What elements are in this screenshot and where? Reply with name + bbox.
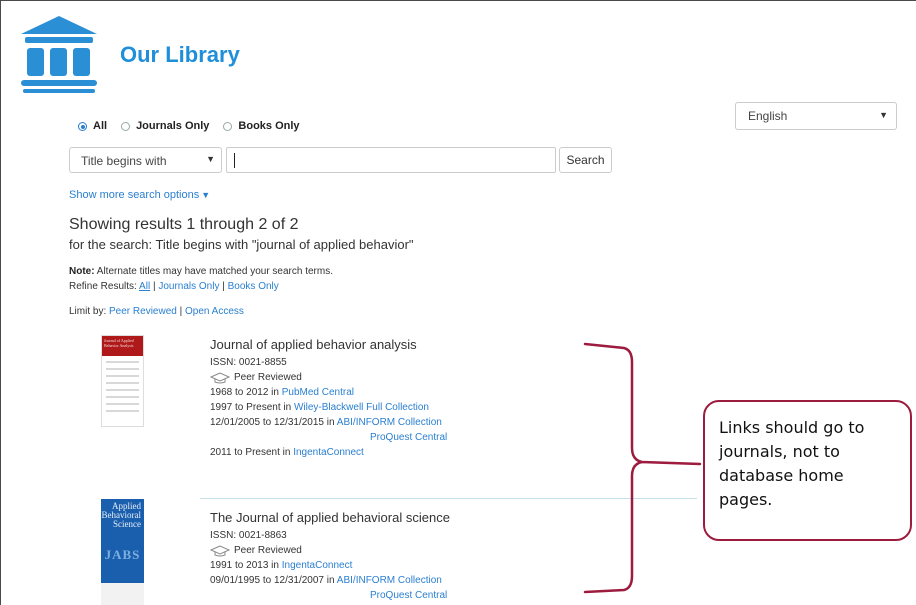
search-scope-radios: All Journals Only Books Only — [78, 120, 314, 132]
cover-title: Applied Behavioral Science — [101, 501, 142, 529]
language-select-value: English — [748, 109, 788, 123]
database-link[interactable]: ProQuest Central — [370, 590, 447, 601]
peer-reviewed-label: Peer Reviewed — [234, 372, 302, 383]
radio-all[interactable]: All — [78, 120, 107, 132]
peer-reviewed-badge: Peer Reviewed — [210, 370, 447, 385]
peer-reviewed-badge: Peer Reviewed — [210, 543, 450, 558]
results-query-text: for the search: Title begins with "journ… — [69, 237, 414, 252]
note-text: Note: Alternate titles may have matched … — [69, 266, 333, 277]
coverage-row: 2011 to Present in IngentaConnect — [210, 445, 447, 460]
limit-peer-reviewed-link[interactable]: Peer Reviewed — [109, 306, 177, 317]
more-search-options-link[interactable]: Show more search options ▼ — [69, 189, 210, 201]
cover-abbrev: JABS — [104, 547, 141, 562]
database-link[interactable]: ProQuest Central — [370, 432, 447, 443]
limit-open-access-link[interactable]: Open Access — [185, 306, 244, 317]
peer-reviewed-label: Peer Reviewed — [234, 545, 302, 556]
more-search-options-label: Show more search options — [69, 189, 200, 201]
refine-all-link[interactable]: All — [139, 281, 150, 292]
search-field-value: Title begins with — [81, 154, 167, 168]
note-body: Alternate titles may have matched your s… — [94, 266, 333, 277]
result-item: Journal of applied behavior analysis ISS… — [210, 337, 447, 460]
database-link[interactable]: ABI/INFORM Collection — [337, 417, 442, 428]
radio-books-only[interactable]: Books Only — [223, 120, 300, 132]
radio-journals-only[interactable]: Journals Only — [121, 120, 209, 132]
coverage-row: 1968 to 2012 in PubMed Central — [210, 385, 447, 400]
radio-label: Books Only — [238, 120, 300, 132]
radio-dot-icon — [223, 121, 233, 131]
coverage-range: 1997 to Present in — [210, 402, 294, 413]
database-link[interactable]: IngentaConnect — [293, 447, 364, 458]
limit-by: Limit by: Peer Reviewed | Open Access — [69, 306, 244, 317]
refine-journals-link[interactable]: Journals Only — [158, 281, 219, 292]
result-title[interactable]: The Journal of applied behavioral scienc… — [210, 510, 450, 525]
refine-books-link[interactable]: Books Only — [228, 281, 279, 292]
limit-label: Limit by: — [69, 306, 110, 317]
search-field-select[interactable]: Title begins with ▼ — [69, 147, 222, 173]
database-link[interactable]: PubMed Central — [282, 387, 354, 398]
annotation-callout: Links should go to journals, not to data… — [703, 400, 912, 541]
chevron-down-icon: ▼ — [879, 110, 888, 120]
cover-band: Journal of Applied Behavior Analysis — [102, 336, 143, 356]
journal-cover-image[interactable]: Journal of Applied Behavior Analysis — [101, 335, 144, 427]
graduation-cap-icon — [210, 544, 230, 556]
text-cursor — [234, 153, 235, 168]
journal-cover-image[interactable]: Applied Behavioral Science JABS — [101, 499, 144, 605]
radio-dot-icon — [78, 121, 87, 131]
language-select[interactable]: English ▼ — [735, 102, 897, 130]
graduation-cap-icon — [210, 371, 230, 383]
search-button[interactable]: Search — [559, 147, 612, 173]
chevron-down-icon: ▼ — [206, 154, 215, 164]
coverage-range: 2011 to Present in — [210, 447, 294, 458]
library-logo-icon — [21, 16, 97, 93]
search-input[interactable] — [226, 147, 556, 173]
triangle-down-icon: ▼ — [201, 190, 211, 200]
site-title: Our Library — [120, 42, 240, 67]
coverage-row: 09/01/1995 to 12/31/2007 in ABI/INFORM C… — [210, 573, 450, 588]
radio-dot-icon — [121, 121, 131, 131]
coverage-range: 1991 to 2013 in — [210, 560, 282, 571]
coverage-row: 12/01/2005 to 12/31/2015 in ABI/INFORM C… — [210, 415, 447, 430]
curly-brace-annotation — [583, 342, 702, 594]
database-link[interactable]: Wiley-Blackwell Full Collection — [294, 402, 429, 413]
coverage-row: ProQuest Central — [210, 588, 450, 603]
note-label: Note: — [69, 266, 95, 277]
coverage-range: 1968 to 2012 in — [210, 387, 282, 398]
results-heading: Showing results 1 through 2 of 2 — [69, 216, 299, 233]
result-title[interactable]: Journal of applied behavior analysis — [210, 337, 447, 352]
radio-label: All — [93, 120, 108, 132]
coverage-row: ProQuest Central — [210, 430, 447, 445]
result-issn: ISSN: 0021-8855 — [210, 357, 287, 368]
refine-results: Refine Results: All | Journals Only | Bo… — [69, 281, 279, 292]
database-link[interactable]: IngentaConnect — [282, 560, 353, 571]
database-link[interactable]: ABI/INFORM Collection — [337, 575, 442, 586]
coverage-range: 12/01/2005 to 12/31/2015 in — [210, 417, 337, 428]
refine-label: Refine Results: — [69, 281, 140, 292]
coverage-range: 09/01/1995 to 12/31/2007 in — [210, 575, 337, 586]
radio-label: Journals Only — [136, 120, 210, 132]
coverage-row: 1991 to 2013 in IngentaConnect — [210, 558, 450, 573]
result-issn: ISSN: 0021-8863 — [210, 530, 287, 541]
result-item: The Journal of applied behavioral scienc… — [210, 510, 450, 603]
coverage-row: 1997 to Present in Wiley-Blackwell Full … — [210, 400, 447, 415]
